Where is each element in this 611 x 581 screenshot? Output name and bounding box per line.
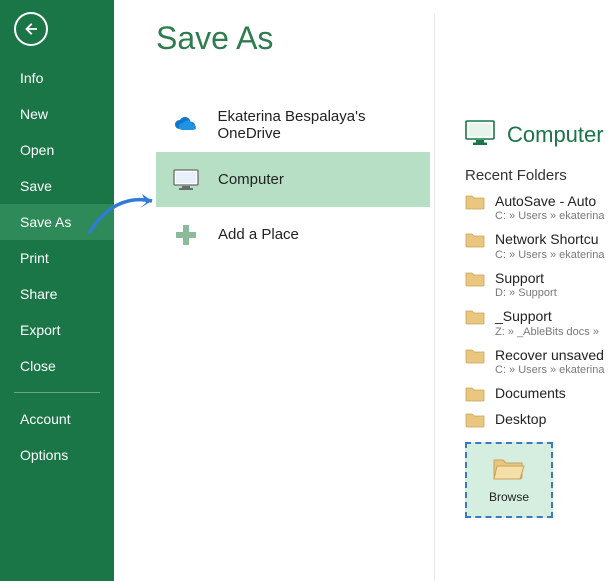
nav-info[interactable]: Info	[0, 60, 114, 96]
folder-path: C: » Users » ekaterina	[495, 364, 604, 376]
browse-label: Browse	[489, 490, 529, 504]
location-add-place[interactable]: Add a Place	[156, 207, 430, 262]
folder-path: D: » Support	[495, 287, 557, 299]
nav-print[interactable]: Print	[0, 240, 114, 276]
folder-name: Network Shortcu	[495, 232, 604, 247]
computer-icon	[168, 169, 204, 191]
save-locations-pane: Save As Ekaterina Bespalaya's OneDrive C…	[114, 0, 434, 581]
folder-icon	[465, 271, 485, 287]
folder-name: Recover unsaved	[495, 348, 604, 363]
folder-name: Documents	[495, 386, 566, 401]
folder-icon	[465, 386, 485, 402]
folder-name: AutoSave - Auto	[495, 194, 604, 209]
recent-folder[interactable]: _Support Z: » _AbleBits docs »	[465, 309, 611, 337]
nav-share[interactable]: Share	[0, 276, 114, 312]
folder-open-icon	[492, 455, 526, 484]
nav-new[interactable]: New	[0, 96, 114, 132]
folder-icon	[465, 232, 485, 248]
back-arrow-icon	[22, 20, 40, 38]
location-computer[interactable]: Computer	[156, 152, 430, 207]
location-onedrive[interactable]: Ekaterina Bespalaya's OneDrive	[156, 97, 430, 152]
nav-options[interactable]: Options	[0, 437, 114, 473]
recent-folder[interactable]: SupportD: » Support	[465, 271, 611, 299]
onedrive-icon	[168, 116, 204, 134]
folder-path: C: » Users » ekaterina	[495, 210, 604, 222]
folder-name: Desktop	[495, 412, 546, 427]
details-pane: Computer Recent Folders AutoSave - AutoC…	[434, 14, 611, 581]
recent-folder[interactable]: AutoSave - AutoC: » Users » ekaterina	[465, 194, 611, 222]
location-add-place-label: Add a Place	[218, 226, 299, 243]
nav-save-as[interactable]: Save As	[0, 204, 114, 240]
folder-icon	[465, 412, 485, 428]
folder-name: _Support	[495, 309, 599, 324]
nav-account[interactable]: Account	[0, 401, 114, 437]
nav-divider	[14, 392, 100, 393]
add-place-icon	[168, 223, 204, 247]
folder-path: Z: » _AbleBits docs »	[495, 326, 599, 338]
recent-folder[interactable]: Desktop	[465, 412, 611, 428]
page-title: Save As	[156, 20, 430, 57]
folder-path: C: » Users » ekaterina	[495, 249, 604, 261]
location-onedrive-label: Ekaterina Bespalaya's OneDrive	[218, 108, 431, 142]
nav-close[interactable]: Close	[0, 348, 114, 384]
backstage-sidebar: Info New Open Save Save As Print Share E…	[0, 0, 114, 581]
nav-export[interactable]: Export	[0, 312, 114, 348]
recent-folder[interactable]: Documents	[465, 386, 611, 402]
details-title: Computer	[507, 122, 604, 148]
browse-button[interactable]: Browse	[465, 442, 553, 518]
recent-folders-heading: Recent Folders	[465, 167, 611, 184]
folder-icon	[465, 348, 485, 364]
location-computer-label: Computer	[218, 171, 284, 188]
recent-folder[interactable]: Recover unsavedC: » Users » ekaterina	[465, 348, 611, 376]
folder-name: Support	[495, 271, 557, 286]
folder-icon	[465, 309, 485, 325]
nav-open[interactable]: Open	[0, 132, 114, 168]
recent-folder[interactable]: Network Shortcu C: » Users » ekaterina	[465, 232, 611, 260]
nav-save[interactable]: Save	[0, 168, 114, 204]
folder-icon	[465, 194, 485, 210]
back-button[interactable]	[14, 12, 48, 46]
computer-icon	[465, 120, 495, 149]
